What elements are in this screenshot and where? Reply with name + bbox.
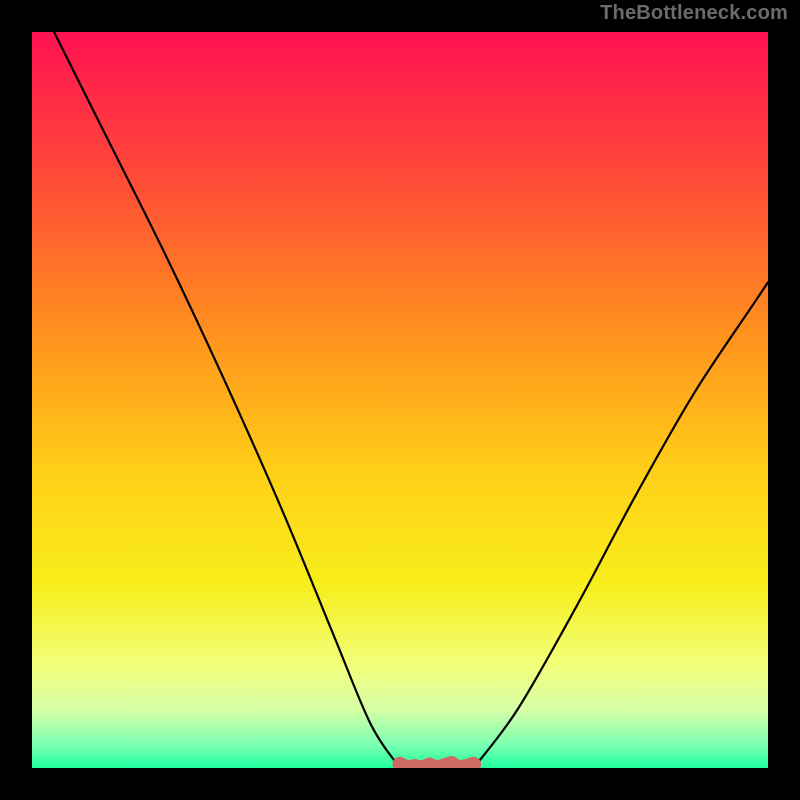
chart-background bbox=[32, 32, 768, 768]
watermark-label: TheBottleneck.com bbox=[600, 2, 788, 25]
chart-svg bbox=[32, 32, 768, 768]
plot-area bbox=[32, 32, 768, 768]
series-bottom-band bbox=[400, 764, 474, 768]
chart-frame: TheBottleneck.com bbox=[0, 0, 800, 800]
